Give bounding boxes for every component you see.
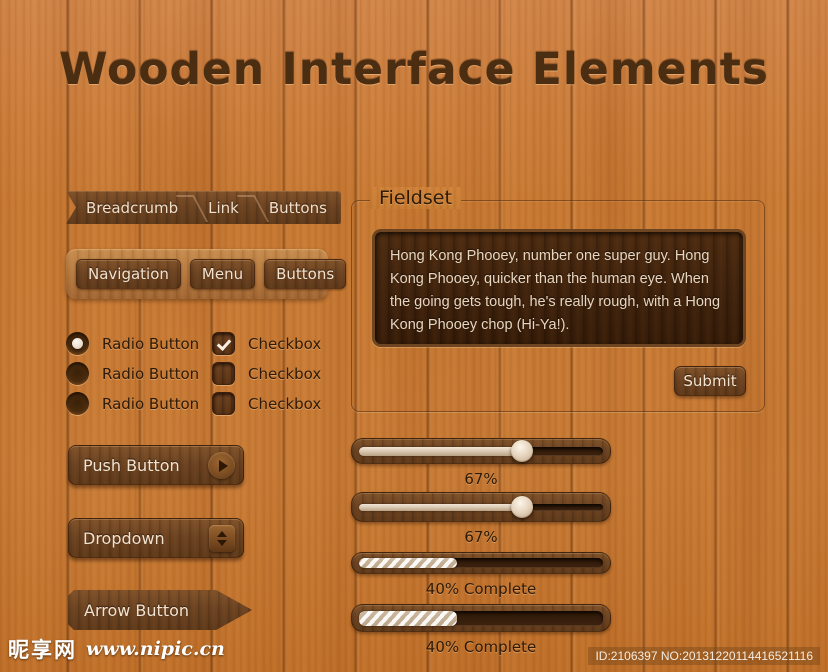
play-triangle-icon[interactable] bbox=[208, 452, 235, 479]
push-button[interactable]: Push Button bbox=[68, 445, 244, 485]
arrow-button-label: Arrow Button bbox=[84, 600, 190, 620]
slider-1-thumb[interactable] bbox=[511, 440, 534, 462]
checkbox-label: Checkbox bbox=[248, 394, 322, 413]
progress-1-track bbox=[359, 558, 603, 568]
radio-row-2[interactable]: Radio Button bbox=[66, 362, 199, 385]
up-down-stepper-icon[interactable] bbox=[209, 525, 235, 552]
progress-bar-1 bbox=[351, 552, 611, 574]
radio-button-selected[interactable] bbox=[66, 332, 89, 355]
page-title: Wooden Interface Elements bbox=[59, 44, 769, 95]
submit-button-label: Submit bbox=[683, 372, 737, 390]
progress-2-track bbox=[359, 610, 603, 626]
progress-2-fill bbox=[359, 610, 457, 626]
nav-item-label: Navigation bbox=[88, 265, 169, 283]
radio-dot-icon bbox=[72, 338, 83, 349]
fieldset-legend: Fieldset bbox=[370, 187, 461, 209]
dropdown-label: Dropdown bbox=[83, 528, 165, 548]
slider-1-group: 67% bbox=[351, 438, 611, 488]
textarea-input[interactable]: Hong Kong Phooey, number one super guy. … bbox=[372, 229, 746, 347]
breadcrumb-item-3[interactable]: Buttons bbox=[253, 191, 341, 224]
slider-1-value-label: 67% bbox=[464, 470, 498, 488]
wood-background: Wooden Interface Elements Breadcrumb Lin… bbox=[0, 0, 828, 672]
progress-1-value-label: 40% Complete bbox=[425, 580, 537, 598]
slider-2-group: 67% bbox=[351, 492, 611, 546]
navigation-bar: Navigation Menu Buttons bbox=[66, 249, 347, 299]
fieldset: Fieldset Hong Kong Phooey, number one su… bbox=[351, 187, 765, 412]
slider-1[interactable] bbox=[351, 438, 611, 464]
checkmark-icon bbox=[216, 336, 231, 351]
checkbox-row-3[interactable]: Checkbox bbox=[212, 392, 321, 415]
checkbox[interactable] bbox=[212, 362, 235, 385]
slider-2-fill bbox=[359, 503, 523, 511]
progress-1-fill bbox=[359, 558, 457, 568]
watermark-cn-text: 昵享网 bbox=[8, 638, 77, 662]
checkbox-label: Checkbox bbox=[248, 334, 322, 353]
slider-1-track[interactable] bbox=[359, 440, 603, 462]
nav-item-menu[interactable]: Menu bbox=[189, 259, 256, 289]
breadcrumb-label: Link bbox=[208, 198, 239, 217]
radio-label: Radio Button bbox=[102, 334, 200, 353]
radio-row-3[interactable]: Radio Button bbox=[66, 392, 199, 415]
image-id-tag: ID:2106397 NO:20131220114416521116 bbox=[588, 647, 820, 665]
breadcrumb: Breadcrumb Link Buttons bbox=[66, 191, 341, 224]
checkbox-checked[interactable] bbox=[212, 332, 235, 355]
arrow-button[interactable]: Arrow Button bbox=[68, 590, 252, 630]
radio-button[interactable] bbox=[66, 392, 89, 415]
radio-button[interactable] bbox=[66, 362, 89, 385]
watermark-url: www.nipic.cn bbox=[86, 638, 225, 660]
progress-1-group: 40% Complete bbox=[351, 552, 611, 598]
progress-2-group: 40% Complete bbox=[351, 604, 611, 656]
radio-label: Radio Button bbox=[102, 364, 200, 383]
dropdown-select[interactable]: Dropdown bbox=[68, 518, 244, 558]
nav-item-label: Buttons bbox=[276, 265, 335, 283]
radio-row-1[interactable]: Radio Button bbox=[66, 332, 199, 355]
slider-2-value-label: 67% bbox=[464, 528, 498, 546]
slider-2-thumb[interactable] bbox=[511, 496, 534, 518]
push-button-label: Push Button bbox=[83, 455, 180, 475]
progress-bar-2 bbox=[351, 604, 611, 632]
submit-button[interactable]: Submit bbox=[674, 366, 746, 396]
checkbox-row-1[interactable]: Checkbox bbox=[212, 332, 321, 355]
checkbox-row-2[interactable]: Checkbox bbox=[212, 362, 321, 385]
checkbox[interactable] bbox=[212, 392, 235, 415]
radio-label: Radio Button bbox=[102, 394, 200, 413]
progress-2-value-label: 40% Complete bbox=[425, 638, 537, 656]
slider-1-fill bbox=[359, 446, 523, 456]
watermark: 昵享网 www.nipic.cn bbox=[8, 634, 225, 664]
slider-2-track[interactable] bbox=[359, 496, 603, 518]
checkbox-label: Checkbox bbox=[248, 364, 322, 383]
breadcrumb-item-1[interactable]: Breadcrumb bbox=[70, 191, 192, 224]
breadcrumb-label: Buttons bbox=[268, 198, 327, 217]
nav-item-navigation[interactable]: Navigation bbox=[76, 259, 181, 289]
nav-item-label: Menu bbox=[201, 265, 244, 283]
breadcrumb-label: Breadcrumb bbox=[86, 198, 179, 217]
slider-2[interactable] bbox=[351, 492, 611, 522]
nav-item-buttons[interactable]: Buttons bbox=[264, 259, 347, 289]
